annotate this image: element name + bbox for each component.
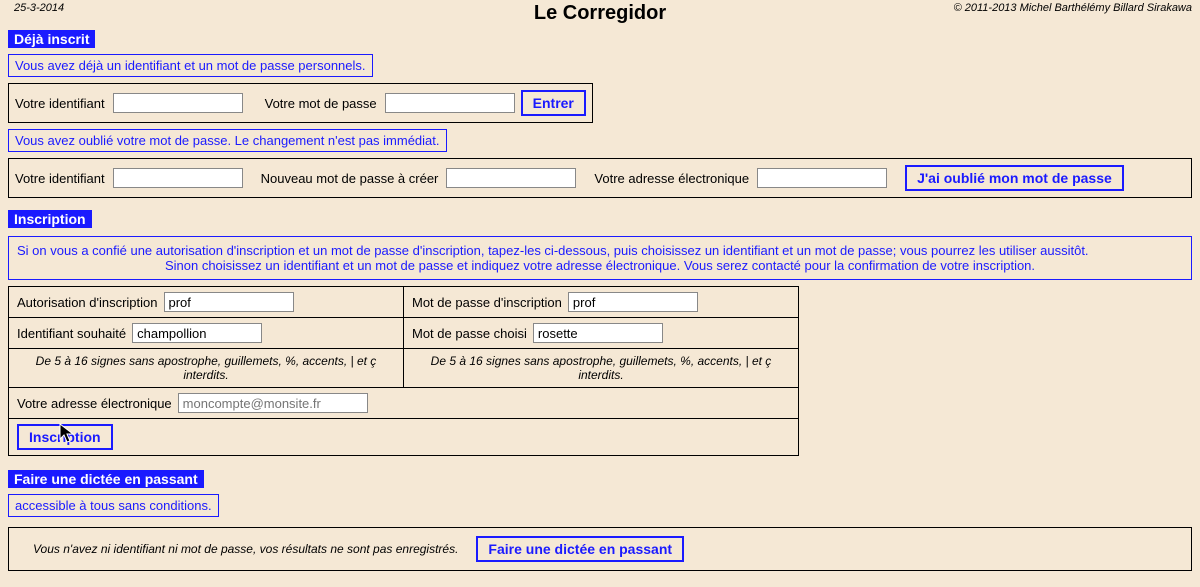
header-date: 25-3-2014	[14, 2, 64, 14]
enter-button[interactable]: Entrer	[521, 90, 586, 116]
deja-subtitle: Vous avez déjà un identifiant et un mot …	[8, 54, 373, 77]
section-deja-inscrit: Déjà inscrit	[8, 30, 95, 48]
forgot-subtitle: Vous avez oublié votre mot de passe. Le …	[8, 129, 447, 152]
wantpw-input[interactable]	[533, 323, 663, 343]
header-copyright: © 2011-2013 Michel Barthélémy Billard Si…	[954, 2, 1192, 14]
wantid-input[interactable]	[132, 323, 262, 343]
inscription-info: Si on vous a confié une autorisation d'i…	[8, 236, 1192, 280]
forgot-newpw-input[interactable]	[446, 168, 576, 188]
inscription-line2: Sinon choisissez un identifiant et un mo…	[17, 258, 1183, 273]
passant-bar: Vous n'avez ni identifiant ni mot de pas…	[8, 527, 1192, 571]
forgot-email-label: Votre adresse électronique	[594, 171, 749, 186]
forgot-row: Votre identifiant Nouveau mot de passe à…	[8, 158, 1192, 198]
insc-email-input[interactable]	[178, 393, 368, 413]
authpw-input[interactable]	[568, 292, 698, 312]
wantpw-label: Mot de passe choisi	[412, 326, 527, 341]
forgot-id-input[interactable]	[113, 168, 243, 188]
auth-input[interactable]	[164, 292, 294, 312]
forgot-newpw-label: Nouveau mot de passe à créer	[261, 171, 439, 186]
login-row: Votre identifiant Votre mot de passe Ent…	[8, 83, 593, 123]
forgot-button[interactable]: J'ai oublié mon mot de passe	[905, 165, 1124, 191]
login-id-label: Votre identifiant	[15, 96, 105, 111]
auth-label: Autorisation d'inscription	[17, 295, 158, 310]
forgot-id-label: Votre identifiant	[15, 171, 105, 186]
hint-left: De 5 à 16 signes sans apostrophe, guille…	[9, 349, 404, 388]
login-id-input[interactable]	[113, 93, 243, 113]
login-pw-label: Votre mot de passe	[265, 96, 377, 111]
passant-note: Vous n'avez ni identifiant ni mot de pas…	[33, 542, 458, 556]
inscription-table: Autorisation d'inscription Mot de passe …	[8, 286, 799, 456]
login-pw-input[interactable]	[385, 93, 515, 113]
inscription-button[interactable]: Inscription	[17, 424, 113, 450]
section-inscription: Inscription	[8, 210, 92, 228]
passant-subtitle: accessible à tous sans conditions.	[8, 494, 219, 517]
insc-email-label: Votre adresse électronique	[17, 396, 172, 411]
page-title: Le Corregidor	[534, 2, 666, 25]
passant-button[interactable]: Faire une dictée en passant	[476, 536, 684, 562]
authpw-label: Mot de passe d'inscription	[412, 295, 562, 310]
forgot-email-input[interactable]	[757, 168, 887, 188]
section-passant: Faire une dictée en passant	[8, 470, 204, 488]
hint-right: De 5 à 16 signes sans apostrophe, guille…	[404, 349, 799, 388]
inscription-line1: Si on vous a confié une autorisation d'i…	[17, 243, 1089, 258]
wantid-label: Identifiant souhaité	[17, 326, 126, 341]
